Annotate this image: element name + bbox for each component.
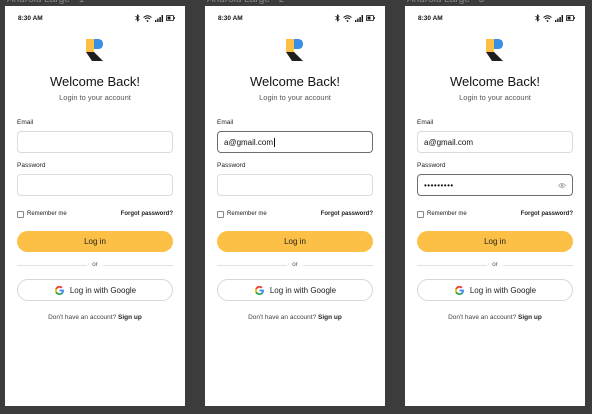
signal-icon xyxy=(155,14,163,22)
page-subtitle: Login to your account xyxy=(59,93,131,102)
signup-row: Don't have an account? Sign up xyxy=(205,314,385,321)
signup-link[interactable]: Sign up xyxy=(118,314,142,321)
forgot-password-link[interactable]: Forgot password? xyxy=(321,211,373,217)
google-login-button[interactable]: Log in with Google xyxy=(417,279,573,301)
status-icons xyxy=(535,14,575,22)
remember-me-checkbox[interactable] xyxy=(17,210,24,218)
remember-me[interactable]: Remember me xyxy=(217,210,267,218)
options-row: Remember me Forgot password? xyxy=(417,209,573,219)
google-login-button[interactable]: Log in with Google xyxy=(217,279,373,301)
page-title: Welcome Back! xyxy=(249,74,341,89)
login-screen: 8:30 AM Welcome Back! Login to your acco… xyxy=(205,6,385,406)
google-login-button[interactable]: Log in with Google xyxy=(17,279,173,301)
password-label: Password xyxy=(417,162,446,169)
frame-label: Android Large - 2 xyxy=(207,0,284,5)
google-login-label: Log in with Google xyxy=(469,285,537,295)
status-bar: 8:30 AM xyxy=(18,13,175,23)
status-icons xyxy=(335,14,375,22)
page-title: Welcome Back! xyxy=(449,74,541,89)
signup-link[interactable]: Sign up xyxy=(318,314,342,321)
login-screen: 8:30 AM Welcome Back! Login to your acco… xyxy=(5,6,185,406)
battery-icon xyxy=(366,15,375,21)
wifi-icon xyxy=(543,14,552,22)
wifi-icon xyxy=(143,14,152,22)
password-label: Password xyxy=(17,162,46,169)
remember-me[interactable]: Remember me xyxy=(17,210,67,218)
login-button[interactable]: Log in xyxy=(217,231,373,252)
remember-me-checkbox[interactable] xyxy=(417,210,424,218)
password-field[interactable] xyxy=(17,174,173,196)
status-bar: 8:30 AM xyxy=(418,13,575,23)
email-label: Email xyxy=(217,119,234,126)
google-icon xyxy=(454,285,464,295)
battery-icon xyxy=(566,15,575,21)
signup-prompt: Don't have an account? xyxy=(48,314,117,321)
divider-line-right xyxy=(103,265,173,266)
signal-icon xyxy=(555,14,563,22)
password-value: ••••••••• xyxy=(424,180,454,190)
login-button[interactable]: Log in xyxy=(17,231,173,252)
email-value: a@gmail.com xyxy=(424,137,474,147)
page-subtitle: Login to your account xyxy=(259,93,331,102)
divider-line-right xyxy=(503,265,573,266)
email-field[interactable] xyxy=(17,131,173,153)
signup-row: Don't have an account? Sign up xyxy=(5,314,185,321)
signal-icon xyxy=(355,14,363,22)
signup-link[interactable]: Sign up xyxy=(518,314,542,321)
remember-me-checkbox[interactable] xyxy=(217,210,224,218)
email-field[interactable]: a@gmail.com xyxy=(417,131,573,153)
forgot-password-link[interactable]: Forgot password? xyxy=(121,211,173,217)
remember-me-label: Remember me xyxy=(227,211,267,217)
password-field[interactable]: ••••••••• xyxy=(417,174,573,196)
status-icons xyxy=(135,14,175,22)
brand-logo-icon xyxy=(86,39,103,61)
password-field[interactable] xyxy=(217,174,373,196)
password-label: Password xyxy=(217,162,246,169)
google-login-label: Log in with Google xyxy=(69,285,137,295)
options-row: Remember me Forgot password? xyxy=(17,209,173,219)
login-screen: 8:30 AM Welcome Back! Login to your acco… xyxy=(405,6,585,406)
frame-label: Android Large - 1 xyxy=(7,0,84,5)
forgot-password-link[interactable]: Forgot password? xyxy=(521,211,573,217)
brand-logo-icon xyxy=(286,39,303,61)
brand-logo-icon xyxy=(486,39,503,61)
signup-prompt: Don't have an account? xyxy=(448,314,517,321)
battery-icon xyxy=(166,15,175,21)
text-caret xyxy=(274,137,276,147)
page-title: Welcome Back! xyxy=(49,74,141,89)
email-field[interactable]: a@gmail.com xyxy=(217,131,373,153)
remember-me-label: Remember me xyxy=(27,211,67,217)
email-label: Email xyxy=(417,119,434,126)
status-time: 8:30 AM xyxy=(18,14,43,22)
google-login-label: Log in with Google xyxy=(269,285,337,295)
email-label: Email xyxy=(17,119,34,126)
bluetooth-icon xyxy=(535,14,540,22)
status-time: 8:30 AM xyxy=(418,14,443,22)
signup-row: Don't have an account? Sign up xyxy=(405,314,585,321)
remember-me-label: Remember me xyxy=(427,211,467,217)
email-value: a@gmail.com xyxy=(224,137,274,147)
divider-line-right xyxy=(303,265,373,266)
bluetooth-icon xyxy=(135,14,140,22)
login-button[interactable]: Log in xyxy=(417,231,573,252)
frame-label: Android Large - 3 xyxy=(407,0,484,5)
wifi-icon xyxy=(343,14,352,22)
google-icon xyxy=(254,285,264,295)
page-subtitle: Login to your account xyxy=(459,93,531,102)
bluetooth-icon xyxy=(335,14,340,22)
options-row: Remember me Forgot password? xyxy=(217,209,373,219)
remember-me[interactable]: Remember me xyxy=(417,210,467,218)
eye-icon[interactable] xyxy=(558,182,566,189)
signup-prompt: Don't have an account? xyxy=(248,314,317,321)
status-bar: 8:30 AM xyxy=(218,13,375,23)
status-time: 8:30 AM xyxy=(218,14,243,22)
google-icon xyxy=(54,285,64,295)
